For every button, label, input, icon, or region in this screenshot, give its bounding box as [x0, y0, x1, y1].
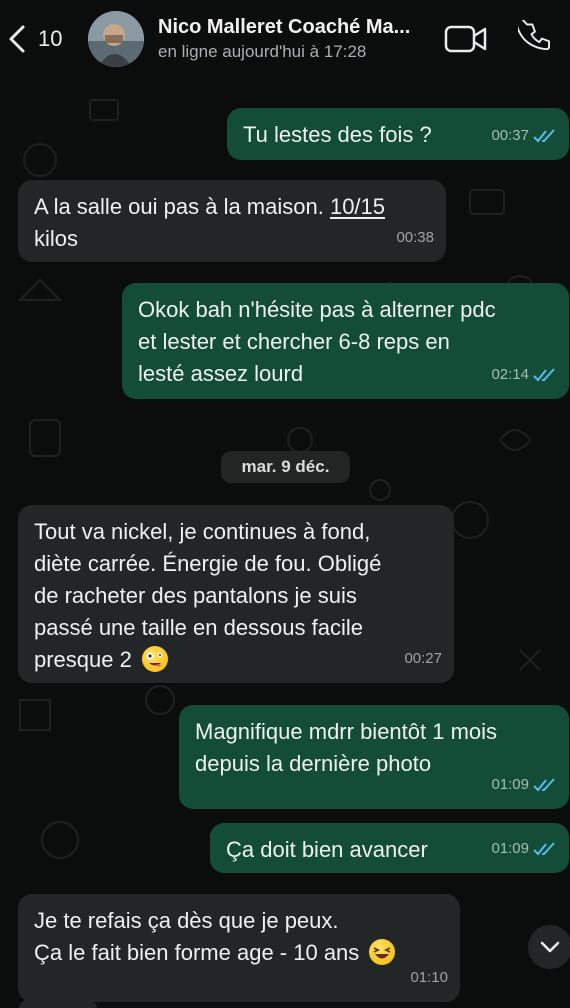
message-line: Okok bah n'hésite pas à alterner pdc: [138, 297, 496, 322]
scroll-to-bottom-button[interactable]: [528, 925, 570, 969]
message-outgoing[interactable]: Okok bah n'hésite pas à alterner pdc et …: [122, 283, 569, 399]
read-ticks-icon: [533, 368, 555, 382]
message-outgoing[interactable]: Ça doit bien avancer 01:09: [210, 823, 569, 873]
chevron-down-icon: [540, 941, 560, 953]
message-text: Ça doit bien avancer: [226, 837, 428, 862]
message-line: Magnifique mdrr bientôt 1 mois: [195, 719, 498, 744]
back-button[interactable]: 10: [6, 20, 66, 58]
date-separator: mar. 9 déc.: [221, 451, 350, 483]
message-link[interactable]: 10/15: [330, 194, 385, 219]
video-camera-icon: [444, 25, 487, 53]
message-outgoing[interactable]: Tu lestes des fois ? 00:37: [227, 108, 569, 160]
message-line: de racheter des pantalons je suis: [34, 583, 357, 608]
message-meta: 00:27: [404, 643, 442, 675]
message-line: Je te refais ça dès que je peux.: [34, 908, 339, 933]
message-text: A la salle oui pas à la maison.: [34, 194, 330, 219]
message-text: Tu lestes des fois ?: [243, 122, 432, 147]
message-meta: 01:09: [491, 769, 557, 801]
message-line: et lester et chercher 6-8 reps en: [138, 329, 450, 354]
message-meta: 00:38: [396, 222, 434, 254]
message-time: 01:09: [491, 840, 529, 857]
message-bubble-partial: [18, 998, 98, 1008]
message-line: diète carrée. Énergie de fou. Obligé: [34, 551, 382, 576]
message-meta: 01:10: [410, 962, 448, 994]
message-meta: 01:09: [491, 833, 557, 865]
zany-face-emoji: [141, 646, 168, 672]
phone-icon: [514, 13, 551, 51]
chat-header: 10 Nico Malleret Coaché Ma... en ligne a…: [0, 0, 570, 80]
message-incoming[interactable]: Je te refais ça dès que je peux. Ça le f…: [18, 894, 460, 1002]
message-time: 00:38: [396, 229, 434, 246]
contact-name[interactable]: Nico Malleret Coaché Ma...: [158, 16, 410, 39]
message-incoming[interactable]: A la salle oui pas à la maison. 10/15 ki…: [18, 180, 446, 262]
message-line: presque 2: [34, 647, 132, 672]
message-meta: 02:14: [491, 359, 557, 391]
message-time: 01:10: [410, 969, 448, 986]
read-ticks-icon: [533, 129, 555, 143]
contact-status: en ligne aujourd'hui à 17:28: [158, 42, 367, 61]
message-time: 01:09: [491, 776, 529, 793]
message-time: 00:37: [491, 127, 529, 144]
chevron-left-icon: [9, 25, 25, 53]
unread-count: 10: [38, 26, 63, 51]
avatar[interactable]: [88, 11, 144, 67]
message-line: Tout va nickel, je continues à fond,: [34, 519, 371, 544]
message-line: passé une taille en dessous facile: [34, 615, 363, 640]
message-text: kilos: [34, 226, 79, 251]
voice-call-button[interactable]: [514, 13, 554, 56]
message-list[interactable]: Tu lestes des fois ? 00:37 A la salle ou…: [0, 80, 570, 1008]
message-outgoing[interactable]: Magnifique mdrr bientôt 1 mois depuis la…: [179, 705, 569, 809]
message-line: Ça le fait bien forme age - 10 ans: [34, 940, 360, 965]
read-ticks-icon: [533, 842, 555, 856]
message-time: 00:27: [404, 650, 442, 667]
message-time: 02:14: [491, 366, 529, 383]
message-meta: 00:37: [491, 120, 557, 152]
laughing-face-emoji: [369, 939, 396, 965]
read-ticks-icon: [533, 778, 555, 792]
video-call-button[interactable]: [444, 24, 488, 54]
message-incoming[interactable]: Tout va nickel, je continues à fond, diè…: [18, 505, 454, 683]
